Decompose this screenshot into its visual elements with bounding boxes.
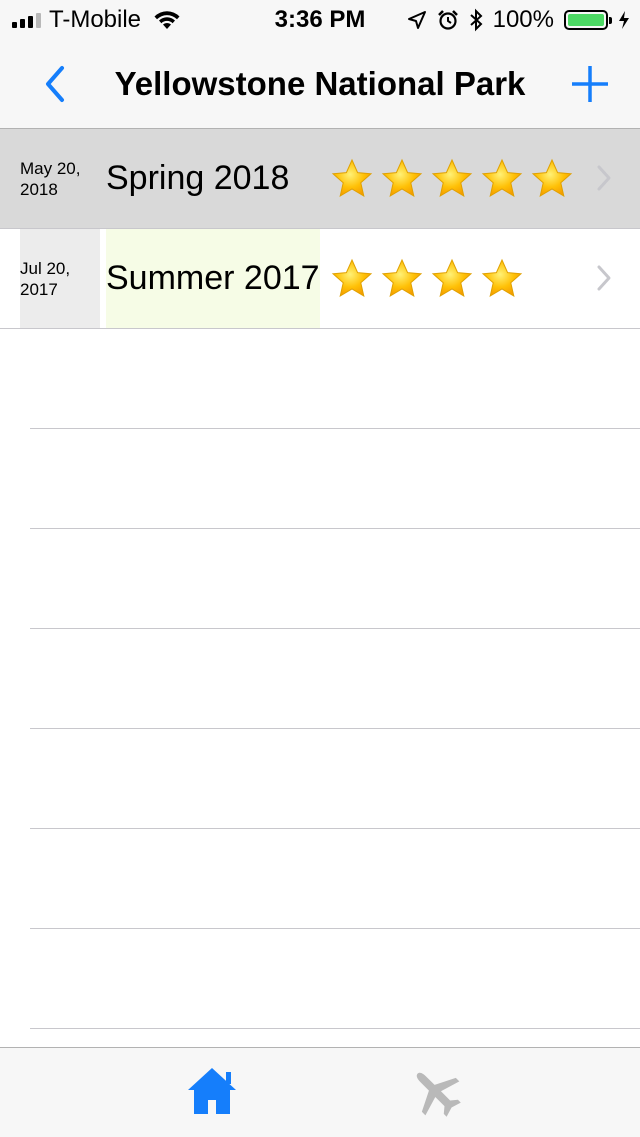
trip-date-line1: Jul 20, [20, 258, 71, 278]
battery-icon [564, 10, 612, 30]
tab-home[interactable] [182, 1062, 242, 1122]
tab-bar [0, 1047, 640, 1137]
star-icon [331, 158, 373, 198]
location-arrow-icon [407, 11, 426, 29]
trip-date-line1: May 20, [20, 158, 81, 178]
house-icon [188, 1068, 236, 1114]
star-icon [381, 158, 423, 198]
trip-row[interactable]: May 20, 2018 Spring 2018 [0, 129, 640, 229]
bluetooth-icon [469, 8, 483, 32]
star-icon [431, 258, 473, 298]
trip-row[interactable]: Jul 20, 2017 Summer 2017 [0, 229, 640, 329]
chevron-right-icon [597, 265, 611, 291]
rating-stars [330, 257, 524, 301]
plus-icon [572, 66, 608, 102]
add-trip-button[interactable] [570, 62, 610, 106]
rating-stars [330, 157, 574, 201]
status-right: 100% [407, 6, 630, 34]
star-icon [431, 158, 473, 198]
chevron-left-icon [46, 66, 64, 102]
empty-row [30, 529, 640, 629]
status-bar: T-Mobile 3:36 PM 100% [0, 0, 640, 40]
empty-row [30, 829, 640, 929]
back-button[interactable] [36, 62, 76, 106]
empty-row [30, 329, 640, 429]
star-icon [481, 158, 523, 198]
star-icon [481, 258, 523, 298]
empty-row [30, 629, 640, 729]
airplane-icon [416, 1072, 461, 1117]
empty-row [30, 429, 640, 529]
star-icon [331, 258, 373, 298]
page-title: Yellowstone National Park [114, 65, 526, 102]
trip-date-line2: 2018 [20, 179, 58, 199]
chevron-right-icon [597, 165, 611, 191]
empty-row [30, 929, 640, 1029]
trip-date: May 20, 2018 [20, 129, 100, 228]
battery-percent: 100% [492, 6, 554, 33]
charging-bolt-icon [619, 11, 629, 29]
empty-row [30, 729, 640, 829]
trip-list: May 20, 2018 Spring 2018 Jul 20, 2017 Summer … [0, 129, 640, 1029]
alarm-icon [437, 10, 458, 30]
trip-season-label: Spring 2018 [106, 159, 290, 197]
trip-date-line2: 2017 [20, 279, 58, 299]
star-icon [381, 258, 423, 298]
navigation-bar: Yellowstone National Park [0, 40, 640, 129]
trip-season-label: Summer 2017 [106, 229, 320, 328]
star-icon [531, 158, 573, 198]
trip-date: Jul 20, 2017 [20, 229, 100, 328]
tab-trips[interactable] [406, 1062, 466, 1122]
